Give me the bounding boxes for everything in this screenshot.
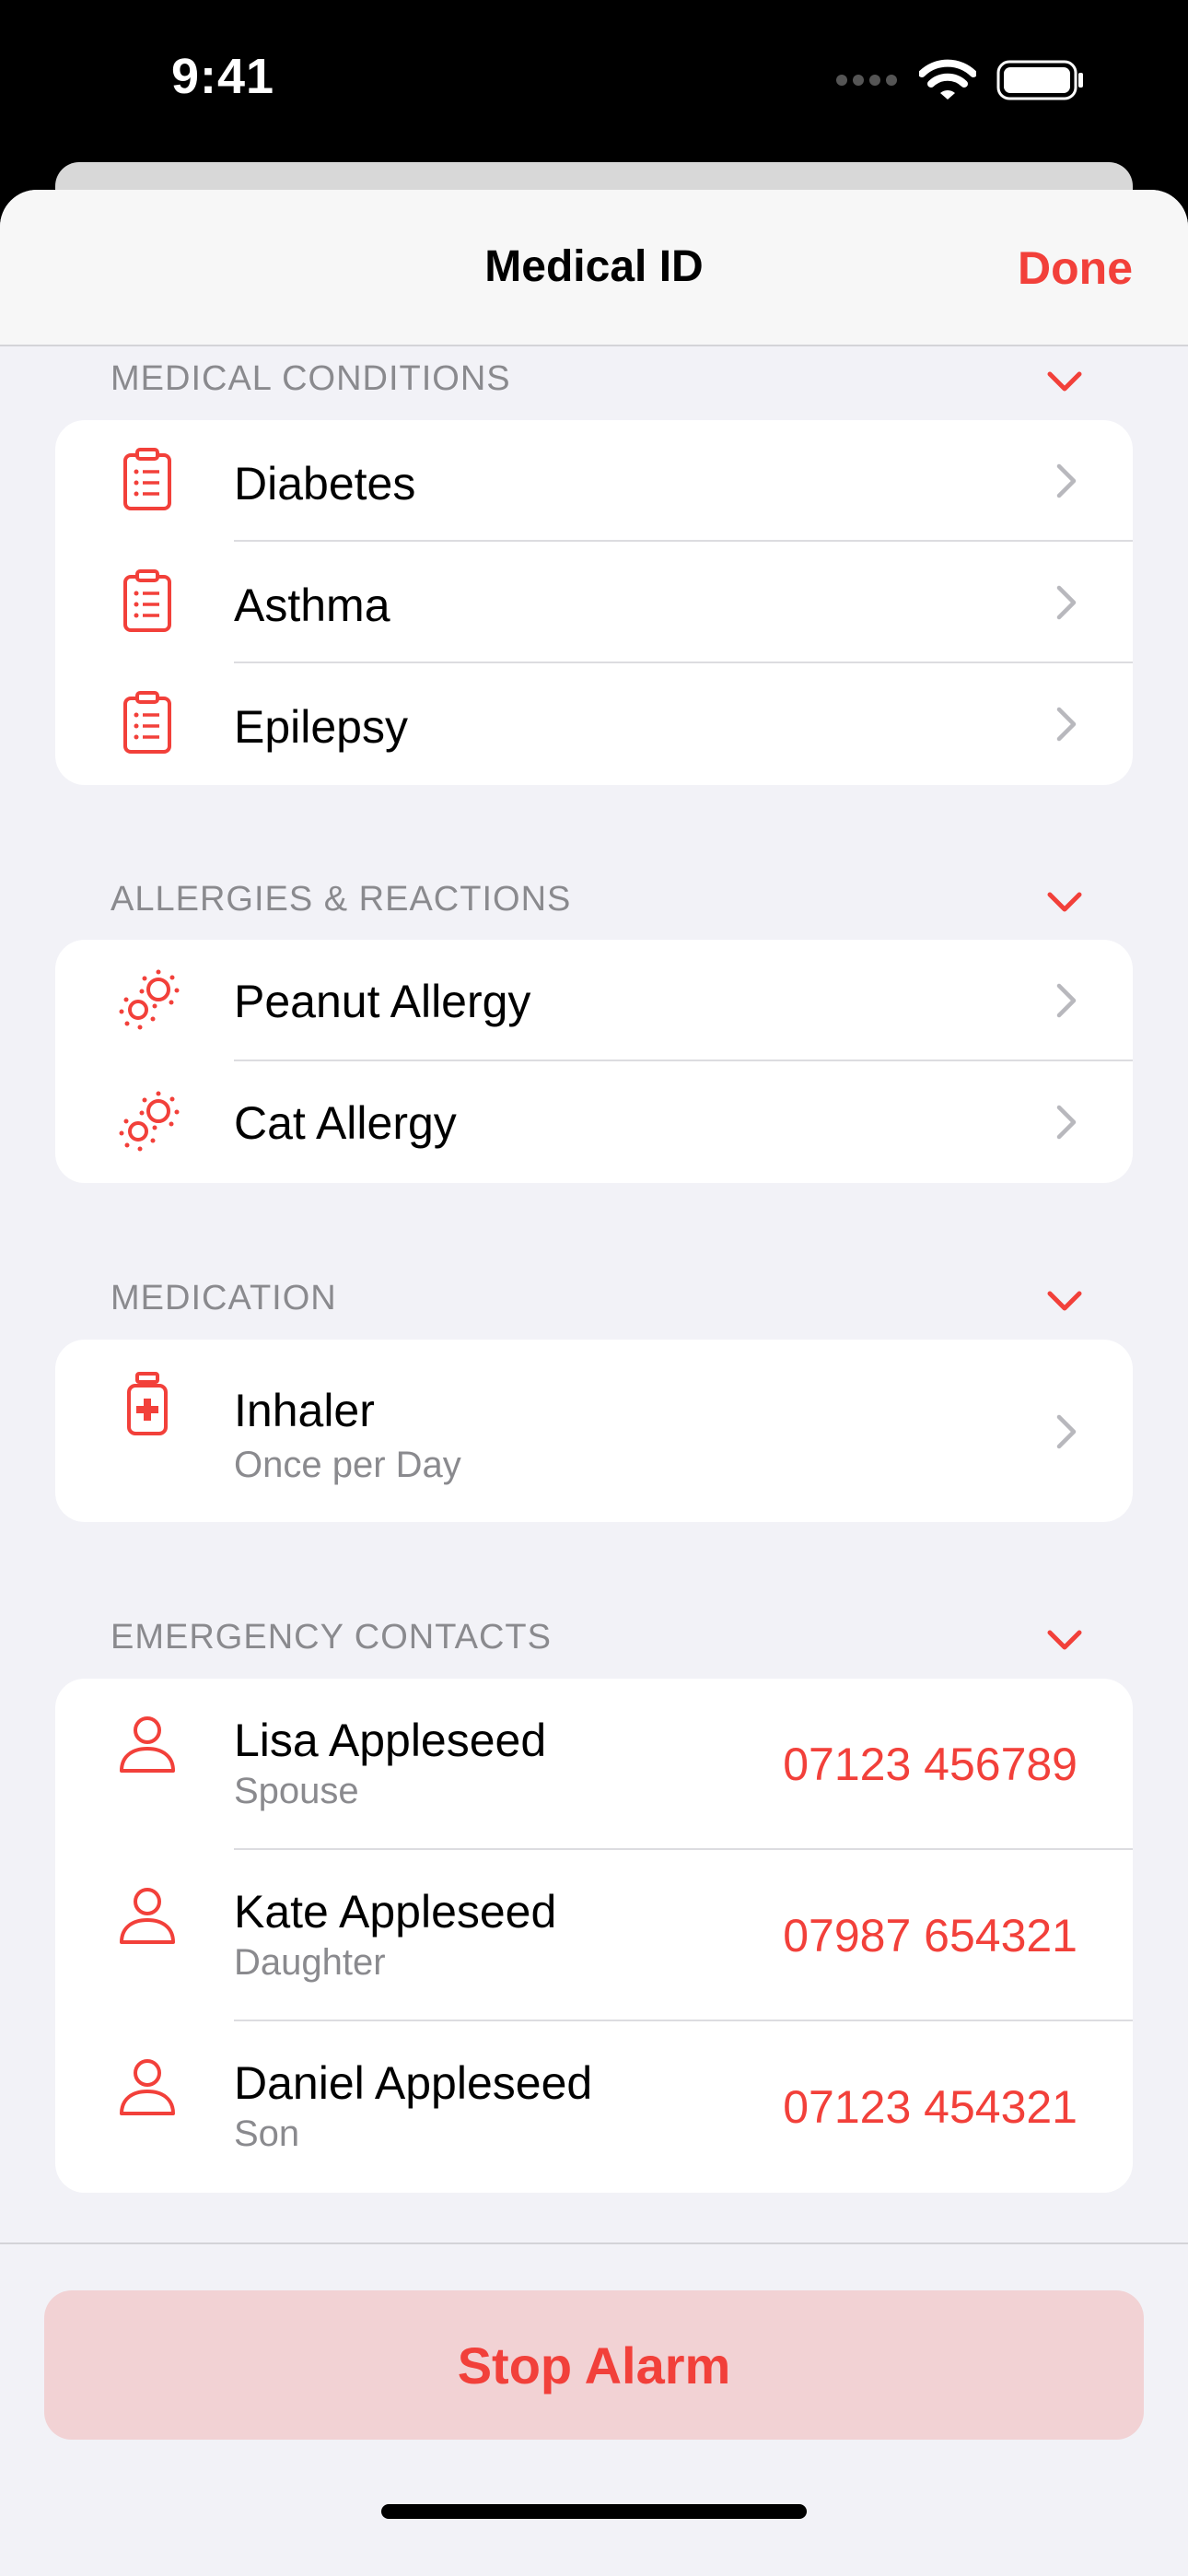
chevron-down-icon[interactable] <box>1046 1629 1083 1651</box>
condition-name: Epilepsy <box>234 701 408 753</box>
contact-row[interactable]: Kate Appleseed Daughter 07987 654321 <box>55 1850 1133 2021</box>
chevron-right-icon <box>1056 707 1077 742</box>
chevron-right-icon <box>1056 1105 1077 1140</box>
contact-name: Daniel Appleseed <box>234 2057 593 2109</box>
allergy-name: Cat Allergy <box>234 1097 457 1149</box>
condition-row[interactable]: Epilepsy <box>55 663 1133 785</box>
contacts-card: Lisa Appleseed Spouse 07123 456789 Kate … <box>55 1679 1133 2193</box>
contact-row[interactable]: Daniel Appleseed Son 07123 454321 <box>55 2021 1133 2193</box>
condition-row[interactable]: Asthma <box>55 542 1133 663</box>
contact-row[interactable]: Lisa Appleseed Spouse 07123 456789 <box>55 1679 1133 1850</box>
chevron-right-icon <box>1056 463 1077 498</box>
contact-relation: Spouse <box>234 1771 359 1811</box>
allergen-icon <box>119 1091 180 1152</box>
person-icon <box>120 2059 175 2115</box>
medication-row[interactable]: Inhaler Once per Day <box>55 1340 1133 1522</box>
allergy-row[interactable]: Cat Allergy <box>55 1061 1133 1183</box>
person-icon <box>120 1888 175 1944</box>
allergy-name: Peanut Allergy <box>234 976 531 1027</box>
medication-card: Inhaler Once per Day <box>55 1340 1133 1522</box>
contact-name: Kate Appleseed <box>234 1886 557 1938</box>
cellular-signal-icon <box>836 75 897 86</box>
medicine-bottle-icon <box>127 1372 168 1435</box>
allergies-card: Peanut Allergy Cat Allergy <box>55 940 1133 1183</box>
allergy-row[interactable]: Peanut Allergy <box>55 940 1133 1061</box>
contact-phone-link[interactable]: 07987 654321 <box>783 1909 1077 1962</box>
contact-name: Lisa Appleseed <box>234 1715 547 1766</box>
clipboard-icon <box>123 569 171 632</box>
contact-relation: Daughter <box>234 1942 386 1983</box>
chevron-right-icon <box>1056 585 1077 620</box>
battery-icon <box>996 60 1083 100</box>
section-header-allergies: ALLERGIES & REACTIONS <box>111 880 572 919</box>
clipboard-icon <box>123 691 171 754</box>
clipboard-icon <box>123 448 171 510</box>
page-title: Medical ID <box>484 242 704 291</box>
chevron-down-icon[interactable] <box>1046 1290 1083 1312</box>
contact-phone-link[interactable]: 07123 456789 <box>783 1738 1077 1791</box>
chevron-right-icon <box>1056 1414 1077 1449</box>
stop-alarm-button[interactable]: Stop Alarm <box>44 2290 1144 2440</box>
conditions-card: Diabetes Asthma Epilepsy <box>55 420 1133 785</box>
allergen-icon <box>119 969 180 1030</box>
medication-name: Inhaler <box>234 1385 375 1436</box>
person-icon <box>120 1716 175 1773</box>
condition-row[interactable]: Diabetes <box>55 420 1133 542</box>
medication-frequency: Once per Day <box>234 1445 461 1485</box>
medical-id-sheet: Medical ID Done MEDICAL CONDITIONS Diabe… <box>0 190 1188 2576</box>
footer-divider <box>0 2242 1188 2244</box>
section-header-conditions: MEDICAL CONDITIONS <box>111 359 511 398</box>
chevron-down-icon[interactable] <box>1046 370 1083 392</box>
contact-phone-link[interactable]: 07123 454321 <box>783 2080 1077 2134</box>
status-icons <box>834 57 1085 103</box>
status-bar: 9:41 <box>0 0 1188 166</box>
home-indicator[interactable] <box>381 2504 807 2519</box>
condition-name: Asthma <box>234 580 390 631</box>
section-header-contacts: EMERGENCY CONTACTS <box>111 1618 552 1657</box>
section-header-medication: MEDICATION <box>111 1279 337 1317</box>
contact-relation: Son <box>234 2113 300 2154</box>
status-time: 9:41 <box>171 49 275 104</box>
chevron-down-icon[interactable] <box>1046 891 1083 913</box>
wifi-icon <box>919 59 976 100</box>
condition-name: Diabetes <box>234 458 416 509</box>
navigation-bar: Medical ID Done <box>0 190 1188 346</box>
done-button[interactable]: Done <box>1018 241 1133 295</box>
chevron-right-icon <box>1056 983 1077 1018</box>
